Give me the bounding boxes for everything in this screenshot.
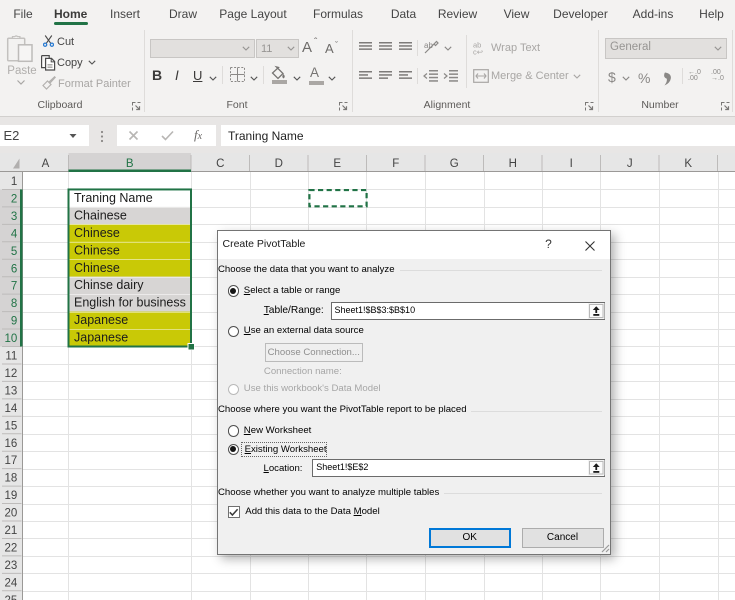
- svg-text:5: 5: [11, 246, 17, 258]
- svg-text:J: J: [627, 158, 633, 170]
- svg-text:Japanese: Japanese: [74, 313, 128, 327]
- svg-text:4: 4: [11, 228, 18, 240]
- svg-text:22: 22: [5, 542, 18, 554]
- svg-text:K: K: [684, 158, 692, 170]
- svg-text:A: A: [42, 158, 50, 170]
- svg-text:E: E: [333, 158, 341, 170]
- svg-text:25: 25: [5, 595, 18, 600]
- svg-text:24: 24: [5, 577, 18, 589]
- svg-text:14: 14: [5, 403, 18, 415]
- svg-text:Chainese: Chainese: [74, 208, 127, 222]
- svg-text:I: I: [570, 158, 573, 170]
- svg-text:English for business: English for business: [74, 296, 186, 310]
- svg-text:Chinse dairy: Chinse dairy: [74, 278, 144, 292]
- svg-text:15: 15: [5, 420, 18, 432]
- svg-text:20: 20: [5, 508, 18, 520]
- svg-text:23: 23: [5, 560, 18, 572]
- svg-text:12: 12: [5, 368, 18, 380]
- svg-text:H: H: [509, 158, 517, 170]
- svg-text:9: 9: [11, 316, 17, 328]
- svg-text:D: D: [275, 158, 283, 170]
- svg-text:3: 3: [11, 211, 17, 223]
- svg-text:Chinese: Chinese: [74, 243, 120, 257]
- svg-text:ab: ab: [424, 41, 433, 50]
- svg-text:C: C: [216, 158, 224, 170]
- svg-text:2: 2: [11, 193, 17, 205]
- svg-text:13: 13: [5, 385, 18, 397]
- svg-text:c↩: c↩: [473, 48, 484, 56]
- svg-text:6: 6: [11, 263, 17, 275]
- svg-text:Japanese: Japanese: [74, 331, 128, 345]
- svg-text:Chinese: Chinese: [74, 226, 120, 240]
- svg-text:17: 17: [5, 455, 18, 467]
- svg-text:1: 1: [11, 176, 17, 188]
- svg-text:B: B: [126, 158, 134, 170]
- svg-text:16: 16: [5, 438, 18, 450]
- svg-text:Traning Name: Traning Name: [74, 191, 153, 205]
- svg-text:10: 10: [5, 333, 18, 345]
- svg-text:F: F: [392, 158, 399, 170]
- svg-text:7: 7: [11, 281, 17, 293]
- svg-text:18: 18: [5, 473, 18, 485]
- svg-text:G: G: [450, 158, 459, 170]
- svg-text:21: 21: [5, 525, 18, 537]
- svg-text:11: 11: [5, 351, 17, 363]
- svg-text:Chinese: Chinese: [74, 261, 120, 275]
- svg-text:8: 8: [11, 298, 17, 310]
- svg-text:19: 19: [5, 490, 18, 502]
